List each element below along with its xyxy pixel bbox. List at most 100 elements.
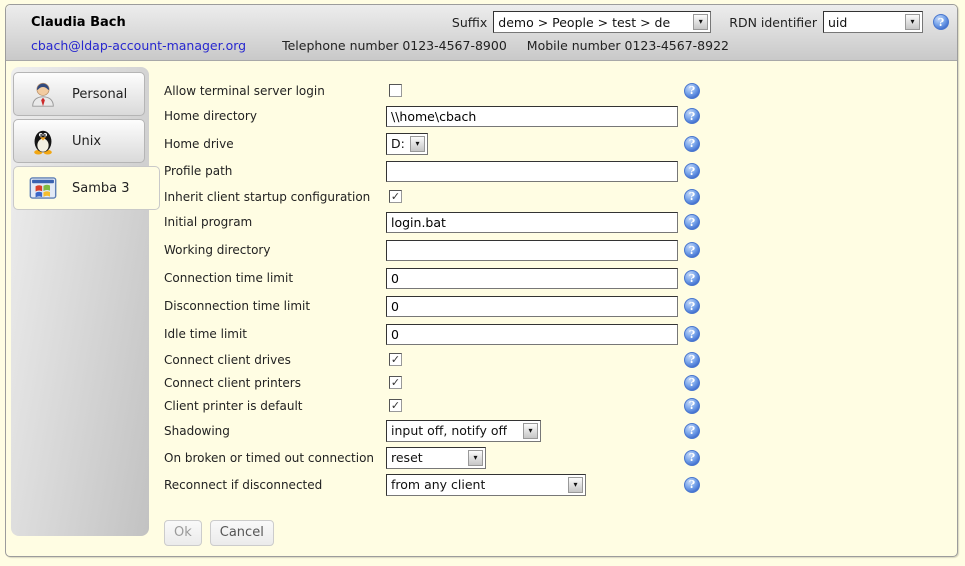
main-form: Allow terminal server login?Home directo… (149, 61, 957, 546)
profile-path-input[interactable] (386, 161, 678, 182)
field-control (386, 240, 684, 261)
mobile-text: Mobile number 0123-4567-8922 (527, 38, 729, 53)
field-label: Connect client drives (164, 353, 386, 367)
select-value: from any client (391, 477, 485, 492)
sidebar-tab-unix[interactable]: Unix (13, 119, 145, 163)
help-icon[interactable]: ? (933, 14, 949, 30)
app-window: Claudia Bach Suffix demo > People > test… (5, 4, 958, 557)
ok-button[interactable]: Ok (164, 520, 202, 546)
field-label: On broken or timed out connection (164, 451, 386, 465)
sidebar-tab-label: Personal (72, 87, 127, 102)
tux-icon (27, 125, 59, 157)
dropdown-arrow-icon: ▾ (468, 450, 483, 466)
button-row: Ok Cancel (164, 520, 957, 546)
form-row-initial-program: Initial program? (164, 208, 957, 236)
form-row-connect-client-printers: Connect client printers✓? (164, 371, 957, 394)
help-icon[interactable]: ? (684, 83, 700, 99)
header-row-bottom: cbach@ldap-account-manager.org Telephone… (31, 34, 949, 56)
suffix-label: Suffix (452, 15, 487, 30)
initial-program-input[interactable] (386, 212, 678, 233)
home-drive-select[interactable]: D: ▾ (386, 133, 428, 155)
home-directory-input[interactable] (386, 106, 678, 127)
help-icon[interactable]: ? (684, 108, 700, 124)
sidebar-tab-samba-3[interactable]: Samba 3 (13, 166, 160, 210)
field-label: Idle time limit (164, 327, 386, 341)
help-icon[interactable]: ? (684, 242, 700, 258)
form-row-working-directory: Working directory? (164, 236, 957, 264)
form-row-profile-path: Profile path? (164, 157, 957, 185)
dropdown-arrow-icon: ▾ (693, 14, 708, 30)
form-row-allow-terminal-server-login: Allow terminal server login? (164, 79, 957, 102)
form-row-client-printer-is-default: Client printer is default✓? (164, 394, 957, 417)
connection-time-limit-input[interactable] (386, 268, 678, 289)
shadowing-select[interactable]: input off, notify off▾ (386, 420, 541, 442)
field-control (386, 161, 684, 182)
sidebar-tab-personal[interactable]: Personal (13, 72, 145, 116)
field-label: Allow terminal server login (164, 84, 386, 98)
help-icon[interactable]: ? (684, 163, 700, 179)
dropdown-arrow-icon: ▾ (905, 14, 920, 30)
field-control: from any client▾ (386, 474, 684, 496)
field-control: ✓ (386, 353, 684, 366)
header: Claudia Bach Suffix demo > People > test… (6, 5, 957, 61)
inherit-client-startup-configuration-checkbox[interactable]: ✓ (389, 190, 402, 203)
field-control (386, 84, 684, 97)
help-icon[interactable]: ? (684, 450, 700, 466)
field-control: ✓ (386, 399, 684, 412)
help-icon[interactable]: ? (684, 398, 700, 414)
field-control (386, 296, 684, 317)
client-printer-is-default-checkbox[interactable]: ✓ (389, 399, 402, 412)
dropdown-arrow-icon: ▾ (410, 136, 425, 152)
disconnection-time-limit-input[interactable] (386, 296, 678, 317)
field-label: Home drive (164, 137, 386, 151)
on-broken-or-timed-out-connection-select[interactable]: reset▾ (386, 447, 486, 469)
sidebar-tabs: Personal Unix Samba 3 (11, 72, 149, 210)
select-value: D: (391, 136, 405, 151)
field-label: Reconnect if disconnected (164, 478, 386, 492)
help-icon[interactable]: ? (684, 298, 700, 314)
help-icon[interactable]: ? (684, 136, 700, 152)
windows-icon (27, 172, 59, 204)
help-icon[interactable]: ? (684, 352, 700, 368)
field-label: Profile path (164, 164, 386, 178)
field-label: Initial program (164, 215, 386, 229)
field-label: Working directory (164, 243, 386, 257)
field-label: Shadowing (164, 424, 386, 438)
sidebar-tab-label: Unix (72, 134, 101, 149)
field-control: ✓ (386, 190, 684, 203)
field-label: Disconnection time limit (164, 299, 386, 313)
help-icon[interactable]: ? (684, 375, 700, 391)
form-row-home-directory: Home directory? (164, 102, 957, 130)
help-icon[interactable]: ? (684, 477, 700, 493)
field-label: Connection time limit (164, 271, 386, 285)
header-row-top: Claudia Bach Suffix demo > People > test… (31, 10, 949, 34)
connect-client-drives-checkbox[interactable]: ✓ (389, 353, 402, 366)
idle-time-limit-input[interactable] (386, 324, 678, 345)
field-label: Home directory (164, 109, 386, 123)
working-directory-input[interactable] (386, 240, 678, 261)
help-icon[interactable]: ? (684, 214, 700, 230)
form-row-connect-client-drives: Connect client drives✓? (164, 348, 957, 371)
rdn-identifier-select[interactable]: uid ▾ (823, 11, 923, 33)
field-control: reset▾ (386, 447, 684, 469)
telephone-text: Telephone number 0123-4567-8900 (282, 38, 507, 53)
field-control (386, 268, 684, 289)
help-icon[interactable]: ? (684, 326, 700, 342)
form-row-home-drive: Home drive D: ▾? (164, 130, 957, 157)
help-icon[interactable]: ? (684, 270, 700, 286)
field-control (386, 212, 684, 233)
cancel-button[interactable]: Cancel (210, 520, 274, 546)
email-link[interactable]: cbach@ldap-account-manager.org (31, 38, 246, 53)
help-icon[interactable]: ? (684, 423, 700, 439)
connect-client-printers-checkbox[interactable]: ✓ (389, 376, 402, 389)
suffix-value: demo > People > test > de (498, 15, 670, 30)
reconnect-if-disconnected-select[interactable]: from any client▾ (386, 474, 586, 496)
allow-terminal-server-login-checkbox[interactable] (389, 84, 402, 97)
form-row-shadowing: Shadowinginput off, notify off▾? (164, 417, 957, 444)
form-row-idle-time-limit: Idle time limit? (164, 320, 957, 348)
sidebar-tab-label: Samba 3 (72, 181, 130, 196)
help-icon[interactable]: ? (684, 189, 700, 205)
form-rows: Allow terminal server login?Home directo… (164, 79, 957, 498)
form-row-on-broken-or-timed-out-connection: On broken or timed out connectionreset▾? (164, 444, 957, 471)
suffix-select[interactable]: demo > People > test > de ▾ (493, 11, 711, 33)
